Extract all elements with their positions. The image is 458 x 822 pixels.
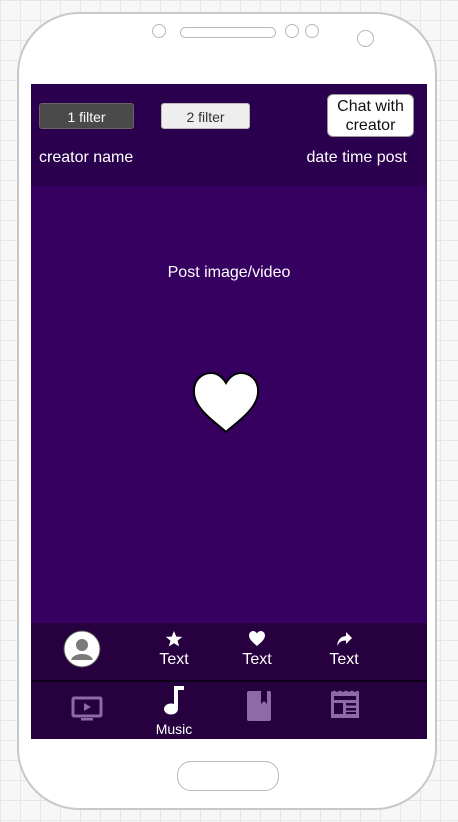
post-media-placeholder[interactable]: Post image/video [31, 264, 427, 282]
front-camera [152, 24, 166, 38]
nav-music-label: Music [155, 721, 193, 737]
sensor-camera [357, 30, 374, 47]
music-note-icon [164, 686, 184, 715]
nav-library[interactable] [246, 690, 272, 727]
like-label: Text [242, 651, 272, 668]
sensor-right [305, 24, 319, 38]
bottom-nav: Music [31, 682, 427, 739]
sensor-left [285, 24, 299, 38]
book-icon [247, 691, 271, 721]
creator-name[interactable]: creator name [39, 149, 133, 167]
filter-2-button[interactable]: 2 filter [161, 103, 250, 129]
nav-video[interactable] [71, 696, 103, 727]
favorite-action[interactable]: Text [144, 629, 204, 669]
tv-icon [71, 696, 103, 721]
nav-news[interactable] [329, 690, 361, 725]
post-action-bar: Text Text Text [31, 623, 427, 682]
app-screen: 1 filter 2 filter Chat with creator crea… [31, 84, 427, 739]
chat-with-creator-button[interactable]: Chat with creator [327, 94, 414, 137]
heart-icon[interactable] [191, 371, 261, 435]
post-header: 1 filter 2 filter Chat with creator crea… [31, 84, 427, 186]
favorite-label: Text [159, 651, 189, 668]
speaker-grille [180, 27, 276, 38]
share-action[interactable]: Text [314, 629, 374, 669]
share-label: Text [329, 651, 359, 668]
avatar-icon[interactable] [63, 630, 101, 668]
star-icon [165, 631, 183, 647]
filter-1-button[interactable]: 1 filter [39, 103, 134, 129]
home-button[interactable] [177, 761, 279, 791]
newspaper-icon [331, 690, 359, 718]
nav-music[interactable]: Music [153, 684, 195, 737]
share-icon [337, 632, 352, 646]
heart-small-icon [249, 631, 265, 646]
like-action[interactable]: Text [227, 629, 287, 669]
post-datetime: date time post [306, 149, 408, 166]
